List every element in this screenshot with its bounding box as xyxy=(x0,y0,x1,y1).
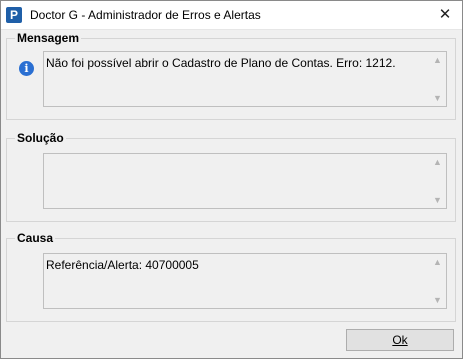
info-icon: i xyxy=(19,61,34,76)
ok-button-label: Ok xyxy=(392,333,408,347)
mensagem-label: Mensagem xyxy=(15,31,82,45)
causa-label: Causa xyxy=(15,231,56,245)
close-icon: ✕ xyxy=(438,6,452,23)
close-button[interactable]: ✕ xyxy=(435,5,455,25)
ok-button[interactable]: Ok xyxy=(346,329,454,351)
causa-group: Causa Referência/Alerta: 40700005 ▲ ▼ xyxy=(6,231,456,322)
solucao-group: Solução ▲ ▼ xyxy=(6,131,456,222)
window-title: Doctor G - Administrador de Erros e Aler… xyxy=(30,8,261,22)
mensagem-scrollbar[interactable]: ▲ ▼ xyxy=(429,52,446,106)
mensagem-textbox[interactable]: Não foi possível abrir o Cadastro de Pla… xyxy=(43,51,447,107)
causa-textbox[interactable]: Referência/Alerta: 40700005 ▲ ▼ xyxy=(43,253,447,309)
mensagem-text: Não foi possível abrir o Cadastro de Pla… xyxy=(46,56,396,70)
scroll-down-icon[interactable]: ▼ xyxy=(433,196,442,205)
solucao-label: Solução xyxy=(15,131,66,145)
solucao-scrollbar[interactable]: ▲ ▼ xyxy=(429,154,446,208)
scroll-up-icon[interactable]: ▲ xyxy=(433,258,442,267)
scroll-up-icon[interactable]: ▲ xyxy=(433,56,442,65)
title-bar: P Doctor G - Administrador de Erros e Al… xyxy=(0,0,463,30)
causa-scrollbar[interactable]: ▲ ▼ xyxy=(429,254,446,308)
scroll-down-icon[interactable]: ▼ xyxy=(433,94,442,103)
causa-text: Referência/Alerta: 40700005 xyxy=(46,258,199,272)
scroll-up-icon[interactable]: ▲ xyxy=(433,158,442,167)
app-icon: P xyxy=(6,7,22,23)
mensagem-group: Mensagem i Não foi possível abrir o Cada… xyxy=(6,31,456,120)
solucao-textbox[interactable]: ▲ ▼ xyxy=(43,153,447,209)
scroll-down-icon[interactable]: ▼ xyxy=(433,296,442,305)
